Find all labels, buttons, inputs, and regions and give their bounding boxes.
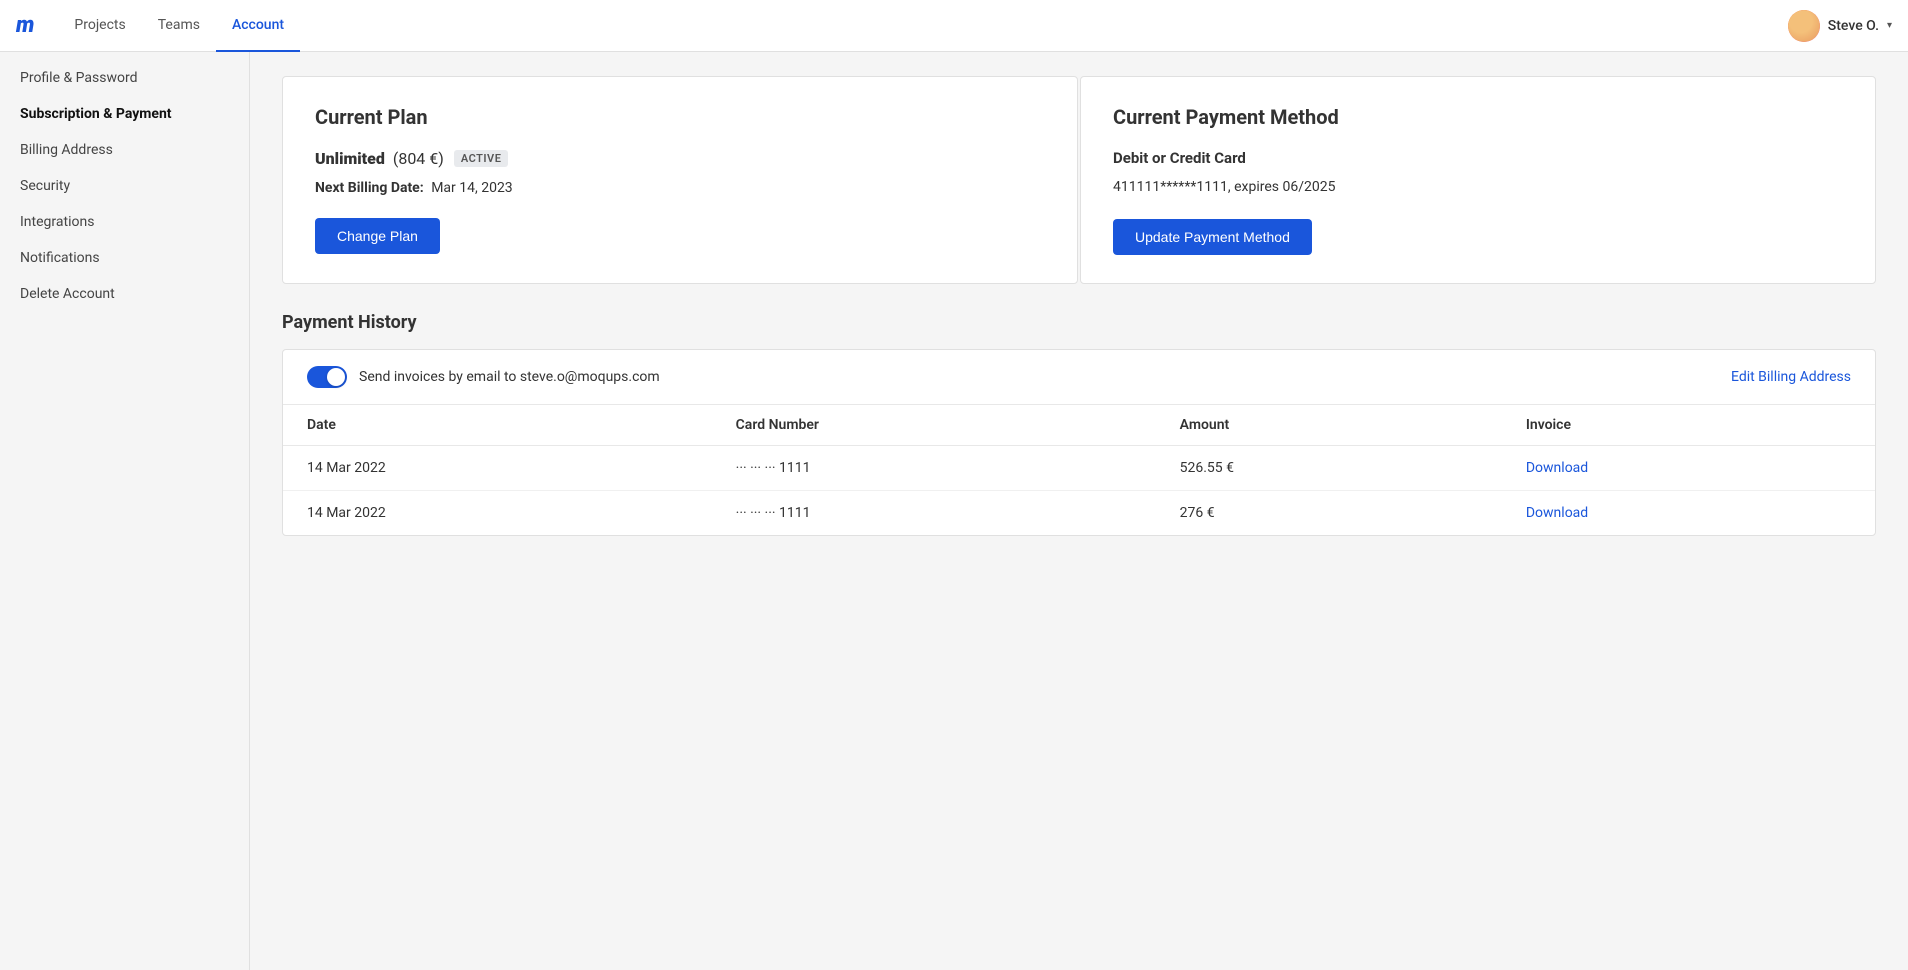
- card-number-exp: 411111******1111, expires 06/2025: [1113, 179, 1843, 195]
- payment-type: Debit or Credit Card: [1113, 149, 1843, 167]
- sidebar-item-profile-password[interactable]: Profile & Password: [0, 60, 249, 96]
- sidebar-item-delete-account[interactable]: Delete Account: [0, 276, 249, 312]
- cell-invoice: Download: [1502, 446, 1875, 491]
- cell-card: ··· ··· ··· 1111: [712, 491, 1156, 536]
- cell-date: 14 Mar 2022: [283, 446, 712, 491]
- nav-links: Projects Teams Account: [58, 0, 300, 52]
- invoice-toggle[interactable]: [307, 366, 347, 388]
- user-name: Steve O.: [1828, 18, 1879, 34]
- payment-table: Date Card Number Amount Invoice 14 Mar 2…: [283, 405, 1875, 535]
- nav-projects[interactable]: Projects: [58, 0, 141, 52]
- toggle-thumb: [327, 368, 345, 386]
- cell-invoice: Download: [1502, 491, 1875, 536]
- plan-name-text: Unlimited (804 €): [315, 149, 444, 168]
- avatar: [1788, 10, 1820, 42]
- sidebar: Profile & Password Subscription & Paymen…: [0, 52, 250, 970]
- download-link[interactable]: Download: [1526, 460, 1588, 476]
- current-payment-title: Current Payment Method: [1113, 105, 1843, 129]
- sidebar-item-security[interactable]: Security: [0, 168, 249, 204]
- toggle-left: Send invoices by email to steve.o@moqups…: [307, 366, 660, 388]
- layout: Profile & Password Subscription & Paymen…: [0, 52, 1908, 970]
- cell-date: 14 Mar 2022: [283, 491, 712, 536]
- nav-teams[interactable]: Teams: [142, 0, 216, 52]
- top-cards-row: Current Plan Unlimited (804 €) ACTIVE Ne…: [282, 76, 1876, 284]
- current-payment-card: Current Payment Method Debit or Credit C…: [1080, 76, 1876, 284]
- col-invoice: Invoice: [1502, 405, 1875, 446]
- edit-billing-link[interactable]: Edit Billing Address: [1731, 369, 1851, 385]
- table-header-row: Date Card Number Amount Invoice: [283, 405, 1875, 446]
- top-nav: m Projects Teams Account Steve O. ▾: [0, 0, 1908, 52]
- payment-history-card: Send invoices by email to steve.o@moqups…: [282, 349, 1876, 536]
- main-content: Current Plan Unlimited (804 €) ACTIVE Ne…: [250, 52, 1908, 970]
- user-menu[interactable]: Steve O. ▾: [1788, 10, 1892, 42]
- cell-card: ··· ··· ··· 1111: [712, 446, 1156, 491]
- table-row: 14 Mar 2022 ··· ··· ··· 1111 276 € Downl…: [283, 491, 1875, 536]
- change-plan-button[interactable]: Change Plan: [315, 218, 440, 254]
- cell-amount: 526.55 €: [1156, 446, 1502, 491]
- sidebar-item-notifications[interactable]: Notifications: [0, 240, 249, 276]
- nav-account[interactable]: Account: [216, 0, 300, 52]
- sidebar-item-integrations[interactable]: Integrations: [0, 204, 249, 240]
- payment-history-section: Payment History Send invoices by email t…: [282, 312, 1876, 536]
- logo[interactable]: m: [16, 13, 34, 38]
- plan-name: Unlimited (804 €) ACTIVE: [315, 149, 1045, 168]
- current-plan-card: Current Plan Unlimited (804 €) ACTIVE Ne…: [282, 76, 1078, 284]
- col-date: Date: [283, 405, 712, 446]
- active-badge: ACTIVE: [454, 150, 509, 167]
- col-card-number: Card Number: [712, 405, 1156, 446]
- col-amount: Amount: [1156, 405, 1502, 446]
- download-link[interactable]: Download: [1526, 505, 1588, 521]
- cell-amount: 276 €: [1156, 491, 1502, 536]
- next-billing: Next Billing Date: Mar 14, 2023: [315, 180, 1045, 196]
- payment-history-title: Payment History: [282, 312, 1876, 333]
- update-payment-button[interactable]: Update Payment Method: [1113, 219, 1312, 255]
- invoice-toggle-row: Send invoices by email to steve.o@moqups…: [283, 350, 1875, 405]
- sidebar-item-billing-address[interactable]: Billing Address: [0, 132, 249, 168]
- sidebar-item-subscription-payment[interactable]: Subscription & Payment: [0, 96, 249, 132]
- current-plan-title: Current Plan: [315, 105, 1045, 129]
- chevron-down-icon: ▾: [1887, 20, 1892, 31]
- table-row: 14 Mar 2022 ··· ··· ··· 1111 526.55 € Do…: [283, 446, 1875, 491]
- invoice-toggle-label: Send invoices by email to steve.o@moqups…: [359, 369, 660, 385]
